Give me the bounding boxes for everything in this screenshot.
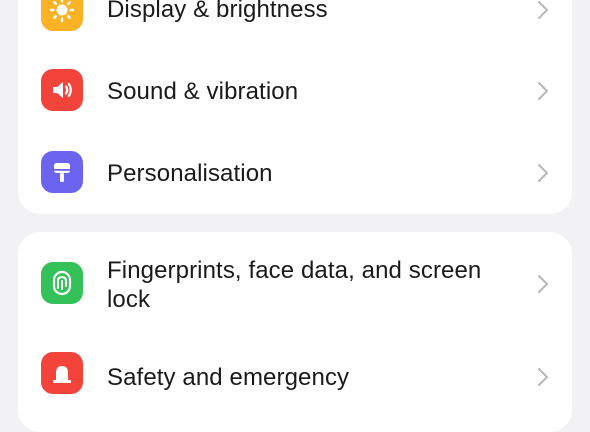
chevron-right-icon: [538, 164, 548, 182]
sun-icon: [41, 0, 83, 31]
chevron-right-icon: [538, 82, 548, 100]
settings-group-2: Fingerprints, face data, and screen lock…: [18, 232, 572, 432]
paintbrush-icon: [41, 151, 83, 193]
settings-group-1: Display & brightness Sound & vibration P…: [18, 0, 572, 214]
fingerprint-icon: [41, 262, 83, 304]
chevron-right-icon: [538, 368, 548, 386]
settings-item-label: Fingerprints, face data, and screen lock: [107, 257, 482, 313]
settings-item-personalisation[interactable]: Personalisation: [18, 132, 572, 214]
settings-item-label: Display & brightness: [107, 0, 328, 23]
settings-item-display-brightness[interactable]: Display & brightness: [18, 0, 572, 50]
speaker-icon: [41, 69, 83, 111]
settings-item-safety-emergency[interactable]: Safety and emergency: [18, 336, 572, 432]
settings-item-label: Safety and emergency: [107, 364, 350, 391]
settings-item-label: Sound & vibration: [107, 78, 299, 105]
chevron-right-icon: [538, 1, 548, 19]
settings-item-label: Personalisation: [107, 160, 273, 187]
settings-item-fingerprints-face-screen-lock[interactable]: Fingerprints, face data, and screen lock: [18, 232, 572, 336]
chevron-right-icon: [538, 275, 548, 293]
settings-item-sound-vibration[interactable]: Sound & vibration: [18, 50, 572, 132]
emergency-icon: [41, 352, 83, 394]
